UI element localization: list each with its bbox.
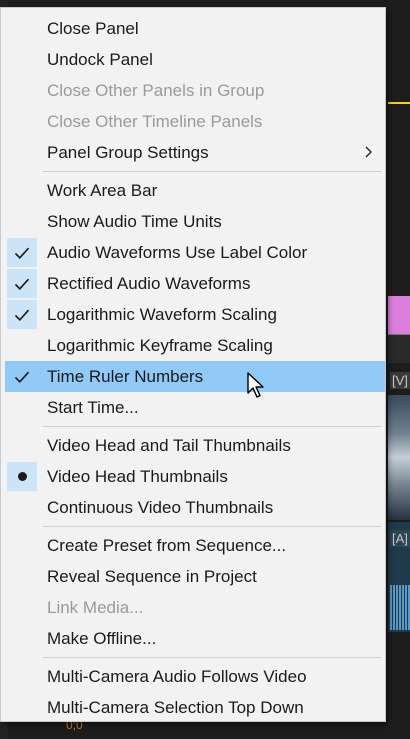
menu-separator (43, 171, 381, 172)
chevron-right-icon (363, 143, 375, 161)
menu-item-label: Start Time... (47, 397, 139, 417)
work-area-bar (388, 102, 410, 104)
menu-item-label: Time Ruler Numbers (47, 366, 204, 386)
menu-separator (43, 657, 381, 658)
menu-item-label: Audio Waveforms Use Label Color (47, 242, 308, 262)
audio-waveform (390, 585, 410, 630)
timeline-panel-context-menu: Close Panel Undock Panel Close Other Panel… (0, 7, 386, 722)
menu-item-label: Close Other Panels in Group (47, 80, 265, 100)
menu-item-video-head-thumbnails[interactable]: Video Head Thumbnails (5, 461, 385, 492)
checkmark-icon (7, 362, 37, 391)
menu-item-label: Close Panel (47, 18, 139, 38)
audio-track-label: [A] (390, 530, 410, 547)
timeline-clip-pink (388, 296, 410, 334)
menu-item-close-panel[interactable]: Close Panel (5, 13, 385, 44)
menu-item-logarithmic-keyframe-scaling[interactable]: Logarithmic Keyframe Scaling (5, 330, 385, 361)
menu-item-label: Show Audio Time Units (47, 211, 222, 231)
menu-item-label: Logarithmic Keyframe Scaling (47, 335, 273, 355)
checkmark-icon (7, 269, 37, 298)
video-clip-thumbnail (388, 395, 410, 520)
mouse-pointer-icon (247, 372, 264, 398)
menu-item-label: Create Preset from Sequence... (47, 535, 287, 555)
menu-item-time-ruler-numbers[interactable]: Time Ruler Numbers (5, 361, 385, 392)
menu-item-panel-group-settings[interactable]: Panel Group Settings (5, 137, 385, 168)
menu-item-start-time[interactable]: Start Time... (5, 392, 385, 423)
menu-item-logarithmic-waveform-scaling[interactable]: Logarithmic Waveform Scaling (5, 299, 385, 330)
menu-item-label: Video Head Thumbnails (47, 466, 228, 486)
video-track-label: [V] (390, 372, 410, 389)
menu-item-multi-camera-audio-follows-video[interactable]: Multi-Camera Audio Follows Video (5, 661, 385, 692)
menu-separator (43, 526, 381, 527)
menu-separator (43, 426, 381, 427)
menu-item-label: Continuous Video Thumbnails (47, 497, 274, 517)
radio-dot-icon (7, 462, 37, 491)
menu-item-close-other-timeline-panels: Close Other Timeline Panels (5, 106, 385, 137)
timeline-track (388, 334, 410, 363)
menu-item-label: Multi-Camera Selection Top Down (47, 697, 304, 717)
menu-item-link-media: Link Media... (5, 592, 385, 623)
menu-item-make-offline[interactable]: Make Offline... (5, 623, 385, 654)
menu-item-close-other-panels-in-group: Close Other Panels in Group (5, 75, 385, 106)
menu-item-show-audio-time-units[interactable]: Show Audio Time Units (5, 206, 385, 237)
checkmark-icon (7, 300, 37, 329)
menu-item-create-preset-from-sequence[interactable]: Create Preset from Sequence... (5, 530, 385, 561)
menu-item-label: Video Head and Tail Thumbnails (47, 435, 291, 455)
menu-item-label: Multi-Camera Audio Follows Video (47, 666, 307, 686)
menu-item-video-head-and-tail-thumbnails[interactable]: Video Head and Tail Thumbnails (5, 430, 385, 461)
menu-item-label: Logarithmic Waveform Scaling (47, 304, 277, 324)
menu-item-label: Make Offline... (47, 628, 157, 648)
menu-item-audio-waveforms-use-label-color[interactable]: Audio Waveforms Use Label Color (5, 237, 385, 268)
menu-item-reveal-sequence-in-project[interactable]: Reveal Sequence in Project (5, 561, 385, 592)
menu-item-label: Undock Panel (47, 49, 153, 69)
checkmark-icon (7, 238, 37, 267)
menu-item-label: Work Area Bar (47, 180, 158, 200)
menu-item-label: Close Other Timeline Panels (47, 111, 263, 131)
menu-item-label: Link Media... (47, 597, 144, 617)
menu-item-label: Reveal Sequence in Project (47, 566, 257, 586)
menu-item-continuous-video-thumbnails[interactable]: Continuous Video Thumbnails (5, 492, 385, 523)
menu-item-multi-camera-selection-top-down[interactable]: Multi-Camera Selection Top Down (5, 692, 385, 723)
menu-item-work-area-bar[interactable]: Work Area Bar (5, 175, 385, 206)
menu-item-label: Rectified Audio Waveforms (47, 273, 251, 293)
menu-item-label: Panel Group Settings (47, 142, 209, 162)
menu-item-rectified-audio-waveforms[interactable]: Rectified Audio Waveforms (5, 268, 385, 299)
menu-item-undock-panel[interactable]: Undock Panel (5, 44, 385, 75)
